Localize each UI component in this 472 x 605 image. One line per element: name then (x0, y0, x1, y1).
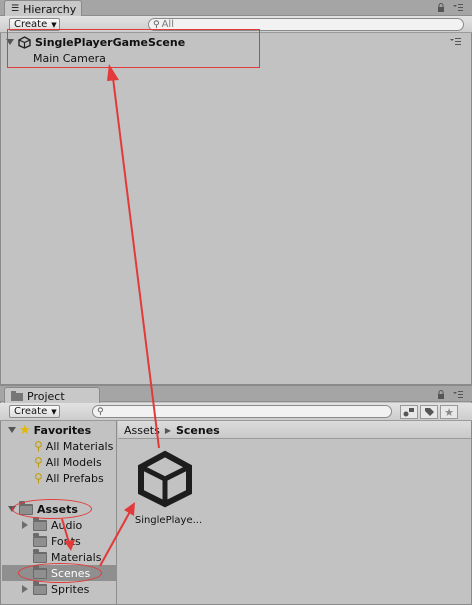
project-toolbar: Create ▼ ⚲ ★ (0, 403, 472, 421)
breadcrumb-root[interactable]: Assets (124, 424, 160, 437)
tab-hierarchy[interactable]: ☰ Hierarchy (4, 0, 82, 17)
expand-triangle-icon[interactable] (22, 521, 28, 529)
project-search-input[interactable]: ⚲ (92, 405, 392, 418)
annotation-box (7, 29, 260, 68)
expand-triangle-icon[interactable] (22, 585, 28, 593)
chevron-right-icon: ▶ (164, 425, 171, 435)
tab-project-label: Project (27, 389, 65, 403)
tab-project[interactable]: Project (4, 387, 100, 404)
favorite-item-all-materials[interactable]: ⚲ All Materials (34, 439, 113, 453)
search-icon: ⚲ (153, 19, 160, 30)
favorite-item-all-models[interactable]: ⚲ All Models (34, 455, 102, 469)
folder-materials[interactable]: Materials (33, 548, 102, 564)
folder-label: Audio (51, 518, 83, 532)
search-filter-icon: ⚲ (34, 455, 43, 469)
favorite-item-all-prefabs[interactable]: ⚲ All Prefabs (34, 471, 104, 485)
tab-hierarchy-label: Hierarchy (23, 2, 77, 16)
folder-icon (33, 516, 47, 531)
filter-by-label-icon[interactable] (420, 405, 438, 419)
filter-by-type-icon[interactable] (400, 405, 418, 419)
folder-icon (33, 548, 47, 563)
annotation-ellipse-assets (12, 499, 92, 519)
list-icon: ☰ (11, 4, 20, 14)
favorite-star-icon[interactable]: ★ (440, 405, 458, 419)
search-filter-icon: ⚲ (34, 471, 43, 485)
folder-fonts[interactable]: Fonts (33, 532, 81, 548)
scene-menu-icon[interactable] (449, 36, 463, 48)
project-menu-icon[interactable] (451, 389, 465, 401)
favorite-label: All Models (45, 455, 102, 469)
expand-triangle-icon[interactable] (8, 427, 16, 433)
annotation-ellipse-scenes (18, 563, 102, 583)
folder-label: Sprites (51, 582, 90, 596)
folder-sprites[interactable]: Sprites (22, 580, 90, 596)
folder-icon (11, 391, 23, 401)
asset-label: SinglePlaye... (134, 515, 203, 526)
project-create-button[interactable]: Create ▼ (9, 405, 60, 418)
favorites-header[interactable]: ★ Favorites (8, 422, 92, 438)
search-filter-icon: ⚲ (34, 439, 43, 453)
project-lock-icon[interactable] (434, 389, 448, 401)
favorites-label: Favorites (33, 423, 92, 437)
chevron-down-icon: ▼ (51, 20, 57, 29)
search-icon: ⚲ (97, 406, 104, 417)
favorite-label: All Materials (45, 439, 114, 453)
project-create-label: Create (14, 406, 48, 417)
favorite-label: All Prefabs (45, 471, 104, 485)
window-menu-icon[interactable] (451, 2, 465, 14)
folder-icon (33, 532, 47, 547)
breadcrumb: Assets ▶ Scenes (118, 421, 471, 439)
breadcrumb-current[interactable]: Scenes (176, 424, 220, 437)
unity-scene-icon (138, 450, 192, 508)
folder-label: Fonts (51, 534, 81, 548)
asset-tile-scene[interactable] (134, 450, 196, 508)
folder-label: Materials (51, 550, 102, 564)
folder-audio[interactable]: Audio (22, 516, 83, 532)
star-icon: ★ (19, 422, 31, 438)
chevron-down-icon: ▼ (51, 407, 57, 416)
folder-icon (33, 580, 47, 595)
lock-icon[interactable] (434, 2, 448, 14)
